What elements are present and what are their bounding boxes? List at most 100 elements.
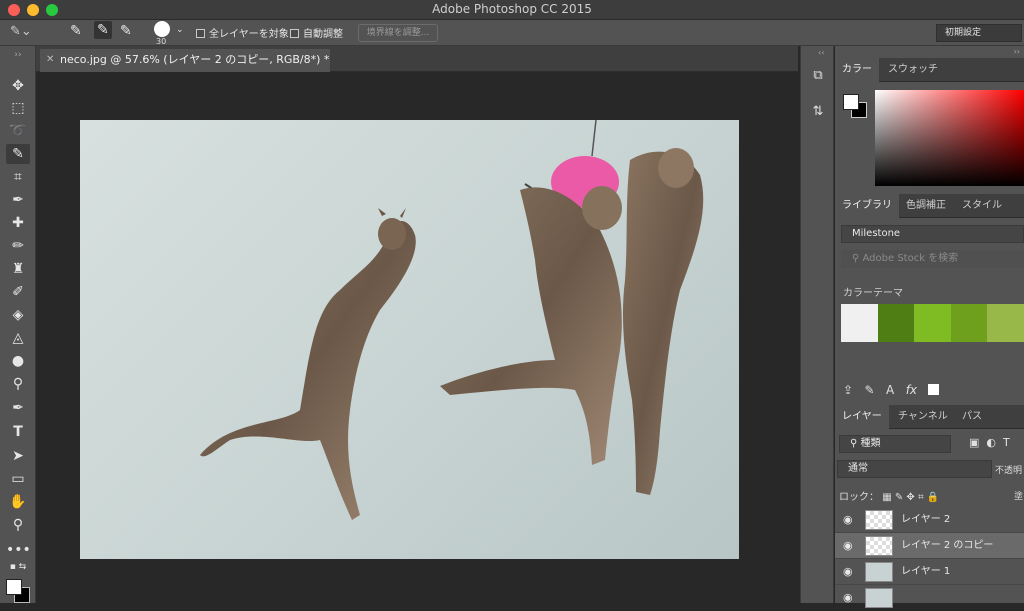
lock-position-icon[interactable]: ✥	[906, 492, 914, 503]
tab-paths[interactable]: パス	[955, 405, 989, 429]
layer-row[interactable]: ◉ レイヤー 2 のコピー	[835, 533, 1024, 559]
brush-size-preview[interactable]	[154, 21, 170, 37]
tab-libraries[interactable]: ライブラリ	[835, 194, 899, 218]
paint-bucket-tool-icon[interactable]: ◬	[6, 328, 30, 348]
rectangle-tool-icon[interactable]: ▭	[6, 469, 30, 489]
lock-image-icon[interactable]: ✎	[895, 492, 903, 503]
brush-add-icon[interactable]: ✎	[865, 383, 875, 397]
document-tab-title: neco.jpg @ 57.6% (レイヤー 2 のコピー, RGB/8*) *	[60, 53, 330, 66]
lock-artboard-icon[interactable]: ⌗	[918, 492, 924, 503]
layer-name: レイヤー 2	[901, 514, 951, 525]
tab-channels[interactable]: チャンネル	[891, 405, 955, 429]
subtract-selection-icon[interactable]: ✎	[120, 23, 132, 39]
layer-filter-select[interactable]: ⚲ 種類	[839, 435, 951, 453]
layer-thumbnail	[865, 562, 893, 582]
quick-selection-tool-icon[interactable]: ✎	[6, 144, 30, 164]
eyedropper-tool-icon[interactable]: ✒	[6, 190, 30, 210]
sample-all-layers-checkbox[interactable]: 全レイヤーを対象	[196, 25, 289, 40]
brush-size-value: 30	[156, 37, 167, 46]
collapse-icon[interactable]: ››	[6, 50, 30, 60]
theme-color-swatch[interactable]	[877, 304, 915, 342]
type-filter-icon[interactable]: T	[1003, 436, 1010, 449]
theme-color-swatch[interactable]	[841, 304, 878, 342]
tab-color[interactable]: カラー	[835, 58, 879, 82]
layer-thumbnail	[865, 588, 893, 608]
new-selection-icon[interactable]: ✎	[70, 23, 82, 39]
theme-color-swatch[interactable]	[950, 304, 988, 342]
adjustment-filter-icon[interactable]: ◐	[986, 436, 996, 449]
history-brush-tool-icon[interactable]: ✐	[6, 282, 30, 302]
color-theme-label: カラーテーマ	[843, 288, 903, 299]
color-panel-tabs: カラー スウォッチ	[835, 58, 1024, 82]
swap-colors-icon[interactable]: ▪ ⇆	[6, 561, 30, 573]
layers-panel-tabs: レイヤー チャンネル パス	[835, 405, 1024, 429]
add-to-selection-icon[interactable]: ✎	[94, 21, 112, 39]
clone-stamp-tool-icon[interactable]: ♜	[6, 259, 30, 279]
eraser-tool-icon[interactable]: ◈	[6, 305, 30, 325]
checkbox-icon	[290, 29, 299, 38]
dodge-tool-icon[interactable]: ⚲	[6, 374, 30, 394]
document-tab-bar: ✕ neco.jpg @ 57.6% (レイヤー 2 のコピー, RGB/8*)…	[36, 46, 798, 72]
lock-transparent-icon[interactable]: ▦	[882, 492, 891, 503]
layer-name: レイヤー 2 のコピー	[901, 540, 994, 551]
theme-color-swatch[interactable]	[914, 304, 951, 342]
layer-row[interactable]: ◉ レイヤー 1	[835, 559, 1024, 585]
layer-row[interactable]: ◉ レイヤー 2	[835, 507, 1024, 533]
healing-brush-tool-icon[interactable]: ✚	[6, 213, 30, 233]
document-tab[interactable]: ✕ neco.jpg @ 57.6% (レイヤー 2 のコピー, RGB/8*)…	[40, 49, 330, 72]
add-color-icon[interactable]	[928, 384, 940, 395]
eye-icon[interactable]: ◉	[843, 507, 853, 533]
character-style-icon[interactable]: A	[886, 383, 894, 397]
theme-color-swatch[interactable]	[987, 304, 1024, 342]
tab-swatches[interactable]: スウォッチ	[881, 58, 945, 82]
brush-tool-icon[interactable]: ✏	[6, 236, 30, 256]
auto-enhance-checkbox[interactable]: 自動調整	[290, 25, 343, 40]
hand-tool-icon[interactable]: ✋	[6, 492, 30, 512]
brush-dropdown-icon[interactable]: ⌄	[176, 25, 184, 35]
layer-style-icon[interactable]: fx	[906, 383, 917, 397]
layer-thumbnail	[865, 510, 893, 530]
lock-all-icon[interactable]: 🔒	[927, 492, 939, 503]
right-panels: ›› カラー スウォッチ ライブラリ 色調補正 スタイル Milestone ⚲…	[835, 46, 1024, 608]
tab-adjustments[interactable]: 色調補正	[899, 194, 953, 218]
tab-styles[interactable]: スタイル	[955, 194, 1009, 218]
more-tools-icon[interactable]: •••	[6, 540, 31, 560]
title-bar: Adobe Photoshop CC 2015	[0, 0, 1024, 20]
tab-layers[interactable]: レイヤー	[835, 405, 889, 429]
tool-preset-icon[interactable]: ✎⌄	[10, 24, 32, 39]
properties-panel-icon[interactable]: ⇅	[809, 104, 827, 122]
blur-tool-icon[interactable]: ●	[6, 351, 30, 371]
history-panel-icon[interactable]: ⧉	[809, 68, 827, 86]
color-spectrum[interactable]	[875, 90, 1024, 186]
crop-tool-icon[interactable]: ⌗	[6, 167, 30, 187]
move-tool-icon[interactable]: ✥	[6, 76, 30, 96]
pixel-filter-icon[interactable]: ▣	[969, 436, 979, 449]
dock-collapse-icon[interactable]: ‹‹	[818, 48, 824, 57]
library-actions: ⇪ ✎ A fx	[843, 383, 940, 397]
foreground-color-chip[interactable]	[843, 94, 859, 110]
path-selection-tool-icon[interactable]: ➤	[6, 446, 30, 466]
marquee-tool-icon[interactable]: ⬚	[6, 98, 30, 118]
close-tab-icon[interactable]: ✕	[46, 49, 54, 71]
layer-filter-icons: ▣ ◐ T	[969, 436, 1010, 449]
workspace-select[interactable]: 初期設定	[936, 24, 1022, 42]
eye-icon[interactable]: ◉	[843, 559, 853, 585]
foreground-color-swatch[interactable]	[6, 579, 22, 595]
eye-icon[interactable]: ◉	[843, 585, 853, 611]
panels-collapse-icon[interactable]: ››	[1014, 47, 1020, 56]
window-title: Adobe Photoshop CC 2015	[432, 2, 592, 16]
zoom-tool-icon[interactable]: ⚲	[6, 515, 30, 535]
upload-icon[interactable]: ⇪	[843, 383, 853, 397]
type-tool-icon[interactable]: T	[6, 422, 30, 442]
eye-icon[interactable]: ◉	[843, 533, 853, 559]
pen-tool-icon[interactable]: ✒	[6, 398, 30, 418]
panel-dock: ‹‹ ⧉ ⇅	[800, 46, 834, 603]
blend-mode-select[interactable]: 通常	[837, 460, 992, 478]
layer-row-partial[interactable]: ◉	[835, 585, 1024, 608]
stock-search-input[interactable]: ⚲ Adobe Stock を検索	[841, 250, 1024, 268]
document-image[interactable]	[80, 119, 739, 559]
fill-label: 塗	[1014, 492, 1024, 502]
refine-edge-button[interactable]: 境界線を調整...	[358, 24, 438, 42]
library-select[interactable]: Milestone	[841, 225, 1024, 243]
lasso-tool-icon[interactable]: ➰	[6, 121, 30, 141]
